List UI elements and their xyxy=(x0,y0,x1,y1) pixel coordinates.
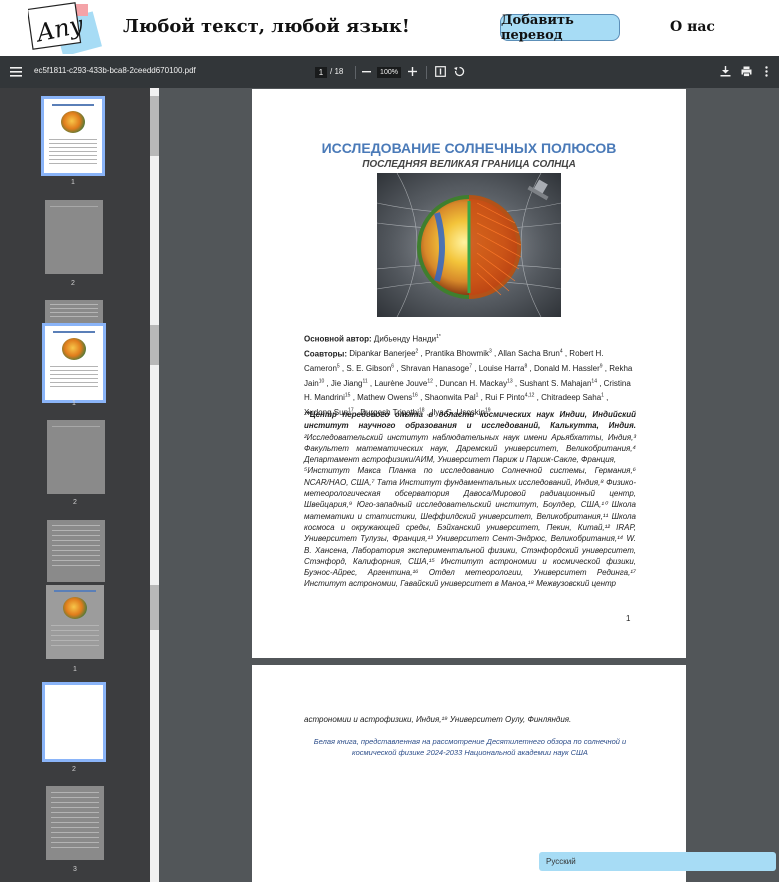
toolbar-divider xyxy=(355,66,356,79)
coauthor-name: Sushant S. Mahajan xyxy=(519,378,592,388)
thumbnail-page[interactable] xyxy=(45,300,103,324)
coauthor-sup: 13 xyxy=(507,377,513,384)
coauthor-sup: 12 xyxy=(427,377,433,384)
toolbar-divider xyxy=(426,66,427,79)
rotate-icon[interactable] xyxy=(454,66,465,79)
site-logo[interactable]: Any xyxy=(26,2,104,57)
pdf-page-1: ИССЛЕДОВАНИЕ СОЛНЕЧНЫХ ПОЛЮСОВ ПОСЛЕДНЯЯ… xyxy=(252,89,686,658)
coauthor-name: Duncan H. Mackay xyxy=(439,378,508,388)
more-icon[interactable] xyxy=(765,66,768,79)
scrollbar-thumb[interactable] xyxy=(150,325,159,365)
coauthor-sup: 5 xyxy=(336,363,340,370)
document-subtitle: ПОСЛЕДНЯЯ ВЕЛИКАЯ ГРАНИЦА СОЛНЦА xyxy=(362,159,576,170)
coauthor-name: Prantika Bhowmik xyxy=(424,349,489,359)
sun-interior-image xyxy=(377,173,561,317)
lead-author-label: Основной автор: xyxy=(304,334,372,344)
pdf-toolbar: ec5f1811-c293-433b-bca8-2ceedd670100.pdf… xyxy=(0,56,779,88)
white-paper-note: Белая книга, представленная на рассмотре… xyxy=(313,737,627,757)
coauthor-name: Dipankar Banerjee xyxy=(349,349,416,359)
coauthor-sup: 16 xyxy=(412,392,418,399)
thumbnail-page[interactable] xyxy=(42,682,106,762)
coauthor-sup: 15 xyxy=(344,392,351,399)
thumbnail-label: 2 xyxy=(72,766,76,773)
pdf-filename: ec5f1811-c293-433b-bca8-2ceedd670100.pdf xyxy=(34,66,196,75)
lead-author-name: Дибьенду Нанди xyxy=(373,334,437,344)
sidebar-scrollbar[interactable] xyxy=(150,88,159,882)
thumbnail-label: 1 xyxy=(72,400,76,407)
thumbnail-sun-image xyxy=(61,111,85,133)
thumbnail-label: 2 xyxy=(73,499,77,506)
coauthor-sup: 7 xyxy=(469,363,473,370)
affiliations-block: ¹*Центр передового опыта в области косми… xyxy=(304,409,636,590)
menu-icon[interactable] xyxy=(9,65,23,79)
coauthor-name: Jie Jiang xyxy=(330,378,363,388)
coauthor-name: Laurène Jouve xyxy=(374,378,428,388)
add-translation-button[interactable]: Добавить перевод xyxy=(500,13,620,43)
page-number: 1 xyxy=(626,614,631,623)
coauthor-name: Chitradeep Saha xyxy=(541,393,602,403)
coauthor-name: Shaonwita Pal xyxy=(424,393,476,403)
coauthor-sup: 4,12 xyxy=(524,392,535,399)
thumbnail-page[interactable] xyxy=(46,786,104,860)
authors-block: Основной автор: Дибьенду Нанди1* Соавтор… xyxy=(304,331,636,419)
thumbnail-sun-image xyxy=(63,597,87,619)
thumbnail-label: 3 xyxy=(73,866,77,873)
page2-affiliation-line: астрономии и астрофизики, Индия,¹⁹ Униве… xyxy=(304,715,572,724)
pdf-page-2: астрономии и астрофизики, Индия,¹⁹ Униве… xyxy=(252,665,686,882)
coauthor-sup: 1 xyxy=(475,392,479,399)
thumbnail-sun-image xyxy=(62,338,86,360)
lead-author-sup: 1* xyxy=(436,334,441,340)
thumbnail-page[interactable] xyxy=(46,585,104,659)
pdf-viewer[interactable]: ИССЛЕДОВАНИЕ СОЛНЕЧНЫХ ПОЛЮСОВ ПОСЛЕДНЯЯ… xyxy=(159,88,779,882)
coauthor-sup: 1 xyxy=(601,392,604,399)
thumbnail-sidebar: 1 2 1 2 1 2 3 xyxy=(0,88,150,882)
thumbnail-page[interactable] xyxy=(45,200,103,274)
primary-affiliation: ¹*Центр передового опыта в области косми… xyxy=(304,410,636,431)
site-header: Any Любой текст, любой язык! Добавить пе… xyxy=(0,0,779,57)
download-icon[interactable] xyxy=(720,66,731,79)
page-total: / 18 xyxy=(330,67,344,76)
coauthor-name: Donald M. Hassler xyxy=(533,363,600,373)
zoom-input[interactable]: 100% xyxy=(377,67,401,78)
fit-page-icon[interactable] xyxy=(435,66,446,79)
coauthor-sup: 11 xyxy=(362,377,368,384)
coauthor-sup: 3 xyxy=(489,348,492,355)
thumbnail-page[interactable] xyxy=(42,323,106,403)
coauthor-name: Louise Harra xyxy=(478,363,525,373)
scrollbar-thumb[interactable] xyxy=(150,585,159,630)
affiliation-text-1: ²Исследовательский институт наблюдательн… xyxy=(304,432,636,465)
site-tagline: Любой текст, любой язык! xyxy=(123,16,410,37)
thumbnail-page[interactable] xyxy=(41,96,105,176)
thumbnail-label: 2 xyxy=(71,280,75,287)
coauthor-name: Mathew Owens xyxy=(357,393,413,403)
thumbnail-label: 1 xyxy=(71,179,75,186)
coauthor-sup: 10 xyxy=(318,377,325,384)
thumbnail-label: 1 xyxy=(73,666,77,673)
document-title: ИССЛЕДОВАНИЕ СОЛНЕЧНЫХ ПОЛЮСОВ xyxy=(321,140,617,156)
print-icon[interactable] xyxy=(741,66,752,79)
coauthor-name: Allan Sacha Brun xyxy=(498,349,560,359)
coauthor-sup: 8 xyxy=(524,363,528,370)
coauthor-sup: 9 xyxy=(599,363,603,370)
zoom-in-icon[interactable] xyxy=(408,66,417,78)
coauthor-sup: 14 xyxy=(591,377,597,384)
coauthor-name: Rui F Pinto xyxy=(485,393,525,403)
affiliation-text-2: ⁵Институт Макса Планка по исследованию С… xyxy=(304,466,636,589)
coauthor-sup: 4 xyxy=(559,348,563,355)
language-selector[interactable]: Русский xyxy=(539,852,776,871)
thumbnail-page[interactable] xyxy=(47,420,105,494)
coauthor-name: S. E. Gibson xyxy=(346,363,392,373)
coauthor-sup: 2 xyxy=(415,348,419,355)
scrollbar-thumb[interactable] xyxy=(150,96,159,156)
coauthors-list: Dipankar Banerjee2 , Prantika Bhowmik3 ,… xyxy=(304,348,633,417)
coauthor-sup: 6 xyxy=(391,363,395,370)
zoom-out-icon[interactable] xyxy=(362,66,371,78)
thumbnail-title-line xyxy=(52,104,94,106)
coauthors-label: Соавторы: xyxy=(304,349,348,359)
thumbnail-page[interactable] xyxy=(47,520,105,582)
page-number-input[interactable]: 1 xyxy=(315,67,327,78)
about-link[interactable]: О нас xyxy=(670,19,715,35)
coauthor-name: Shravan Hanasoge xyxy=(400,363,470,373)
